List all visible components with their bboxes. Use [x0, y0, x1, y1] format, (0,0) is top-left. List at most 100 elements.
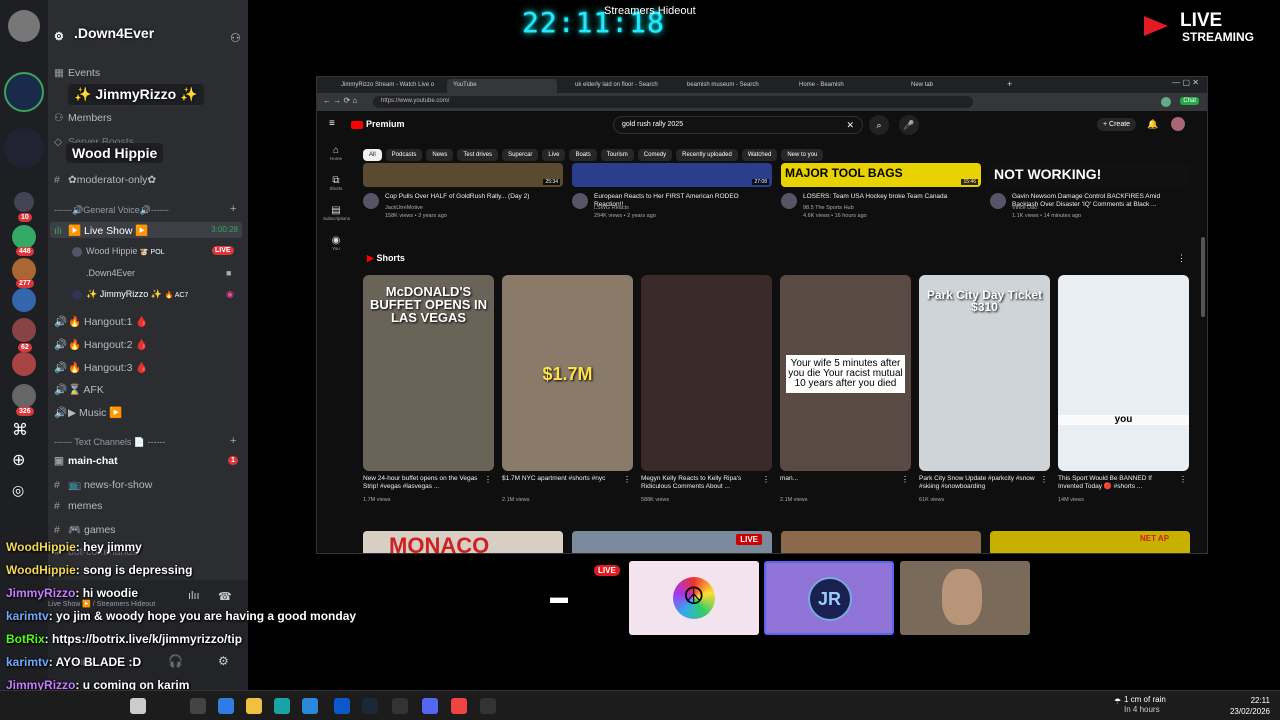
youtube-logo[interactable]: Premium	[351, 119, 405, 129]
channel-news-for-show[interactable]: # 📺 news-for-show	[54, 478, 152, 491]
voice-channel-hangout-1[interactable]: 🔊🔥 Hangout:1 🩸	[54, 315, 148, 328]
video-channel[interactable]: LSWG Reacts	[594, 205, 629, 211]
video-card[interactable]: 27:08 European Reacts to Her FIRST Americ…	[572, 163, 772, 233]
server-icon-4[interactable]	[12, 288, 36, 312]
short-thumbnail[interactable]: Your wife 5 minutes after you die Your r…	[780, 275, 911, 471]
video-thumbnail[interactable]: MONACO	[363, 531, 563, 553]
disconnect-icon[interactable]: ☎	[218, 590, 232, 603]
filter-chip[interactable]: News	[426, 149, 454, 161]
taskbar-app-icon[interactable]	[218, 698, 234, 714]
search-icon[interactable]: ⌕	[869, 115, 889, 135]
short-thumbnail[interactable]: McDONALD'S BUFFET OPENS IN LAS VEGAS	[363, 275, 494, 471]
nav-you[interactable]: ◉ You	[323, 235, 349, 251]
video-title[interactable]: LOSERS: Team USA Hockey broke Team Canad…	[803, 193, 978, 201]
short-card[interactable]: $1.7M $1.7M NYC apartment #shorts #nyc 2.1…	[502, 275, 633, 509]
more-options-icon[interactable]: ⋮	[901, 475, 909, 484]
voice-category[interactable]: ------🔊General Voice🔊------	[54, 205, 169, 216]
filter-chip[interactable]: Recently uploaded	[676, 149, 738, 161]
short-title[interactable]: Megyn Kelly Reacts to Kelly Ripa's Ridic…	[641, 475, 761, 491]
filter-chip[interactable]: Tourism	[600, 149, 634, 161]
short-title[interactable]: $1.7M NYC apartment #shorts #nyc	[502, 475, 622, 483]
short-card[interactable]: Your wife 5 minutes after you die Your r…	[780, 275, 911, 509]
video-thumbnail[interactable]	[781, 531, 981, 553]
browser-tab[interactable]: New tab	[905, 79, 1005, 93]
video-title[interactable]: Gavin Newsom Damage Control BACKFIRES Am…	[1012, 193, 1187, 209]
short-title[interactable]: man...	[780, 475, 900, 483]
events-item[interactable]: ▦ Events	[54, 67, 100, 79]
short-title[interactable]: Park City Snow Update #parkcity #snow #s…	[919, 475, 1039, 491]
mic-icon[interactable]: 🎤	[899, 115, 919, 135]
channel-avatar[interactable]	[990, 193, 1006, 209]
taskbar-app-icon[interactable]	[392, 698, 408, 714]
channel-games[interactable]: # 🎮 games	[54, 523, 116, 536]
voice-user[interactable]: ✨ JimmyRizzo ✨ 🔥 AC7 ◉	[72, 289, 234, 300]
video-title[interactable]: Cop Pulls Over HALF of GoldRush Rally...…	[385, 193, 560, 201]
more-options-icon[interactable]: ⋮	[484, 475, 492, 484]
server-icon-jimmyrizzo[interactable]	[4, 72, 44, 112]
browser-tab[interactable]: JimmyRizzo Stream - Watch Live o	[335, 79, 445, 93]
text-category[interactable]: ------ Text Channels 📄 ------	[54, 437, 166, 448]
video-thumbnail[interactable]: LIVE	[572, 531, 772, 553]
nav-home[interactable]: ⌂ Home	[323, 145, 349, 161]
filter-chip[interactable]: All	[363, 149, 382, 161]
discord-icon[interactable]	[422, 698, 438, 714]
server-icon-6[interactable]	[12, 352, 36, 376]
obs-icon[interactable]	[480, 698, 496, 714]
more-options-icon[interactable]: ⋮	[1179, 475, 1187, 484]
short-card[interactable]: you This Sport Would Be BANNED If Invente…	[1058, 275, 1189, 509]
filter-chip[interactable]: Live	[542, 149, 566, 161]
add-channel-icon[interactable]: +	[230, 435, 236, 447]
video-channel[interactable]: Vince Dao	[1012, 205, 1037, 211]
video-channel[interactable]: 98.5 The Sports Hub	[803, 205, 854, 211]
more-options-icon[interactable]: ⋮	[1040, 475, 1048, 484]
channel-main-chat[interactable]: ▣ main-chat 1	[54, 455, 238, 467]
channel-avatar[interactable]	[781, 193, 797, 209]
menu-icon[interactable]: ≡	[329, 118, 335, 129]
short-card[interactable]: McDONALD'S BUFFET OPENS IN LAS VEGAS New …	[363, 275, 494, 509]
chrome-icon[interactable]	[451, 698, 467, 714]
video-thumbnail[interactable]: 25:34	[363, 163, 563, 187]
video-thumbnail[interactable]: NOT WORKING!	[990, 163, 1190, 187]
short-card[interactable]: Park City Day Ticket $310 Park City Snow …	[919, 275, 1050, 509]
voice-channel-afk[interactable]: 🔊⌛ AFK	[54, 383, 104, 396]
add-member-icon[interactable]: ⚇	[230, 31, 241, 45]
voice-channel-hangout-3[interactable]: 🔊🔥 Hangout:3 🩸	[54, 361, 148, 374]
chat-button[interactable]: Chat	[1180, 97, 1199, 105]
scrollbar[interactable]	[1201, 237, 1205, 317]
short-thumbnail[interactable]: you	[1058, 275, 1189, 471]
filter-chip[interactable]: Podcasts	[385, 149, 423, 161]
video-thumbnail[interactable]: MAJOR TOOL BAGS 15:46	[781, 163, 981, 187]
nav-subscriptions[interactable]: ▤ Subscriptions	[323, 205, 350, 221]
short-title[interactable]: New 24-hour buffet opens on the Vegas St…	[363, 475, 483, 491]
more-options-icon[interactable]: ⋮	[1177, 253, 1186, 264]
nav-shorts[interactable]: ⧉ Shorts	[323, 175, 349, 191]
video-thumbnail[interactable]: 27:08	[572, 163, 772, 187]
filter-chip[interactable]: Boats	[569, 149, 597, 161]
steam-icon[interactable]	[362, 698, 378, 714]
filter-chip[interactable]: Watched	[741, 149, 778, 161]
short-card[interactable]: Megyn Kelly Reacts to Kelly Ripa's Ridic…	[641, 275, 772, 509]
short-thumbnail[interactable]	[641, 275, 772, 471]
voice-user[interactable]: .Down4Ever ■	[72, 268, 231, 279]
filter-chip[interactable]: Test drives	[457, 149, 499, 161]
browser-tab-active[interactable]: YouTube	[447, 79, 557, 93]
new-tab-icon[interactable]: +	[1007, 79, 1012, 89]
filter-chip[interactable]: Supercar	[502, 149, 539, 161]
taskbar-app-icon[interactable]	[190, 698, 206, 714]
channel-moderator-only[interactable]: # ✿moderator-only✿	[54, 174, 156, 186]
voice-user[interactable]: Wood Hippie 🐮 POL LIVE	[72, 246, 234, 257]
server-icon-peace[interactable]	[4, 128, 44, 168]
short-thumbnail[interactable]: Park City Day Ticket $310	[919, 275, 1050, 471]
video-channel[interactable]: JackUtreMotive	[385, 205, 423, 211]
add-server-icon[interactable]: ⌘	[12, 420, 28, 440]
short-thumbnail[interactable]: $1.7M	[502, 275, 633, 471]
profile-avatar[interactable]	[1161, 97, 1171, 107]
clear-search-icon[interactable]: ✕	[846, 120, 854, 131]
voice-channel-hangout-2[interactable]: 🔊🔥 Hangout:2 🩸	[54, 338, 148, 351]
channel-avatar[interactable]	[572, 193, 588, 209]
window-controls[interactable]: — ▢ ✕	[1172, 78, 1199, 87]
video-thumbnail[interactable]: NET AP	[990, 531, 1190, 553]
nav-buttons-icon[interactable]: ← → ⟳ ⌂	[323, 96, 357, 105]
voice-channel-live-show[interactable]: ılı ▶️ Live Show ▶️ 3:00:28	[50, 222, 242, 238]
voice-channel-music[interactable]: 🔊▶ Music ▶️	[54, 406, 122, 419]
